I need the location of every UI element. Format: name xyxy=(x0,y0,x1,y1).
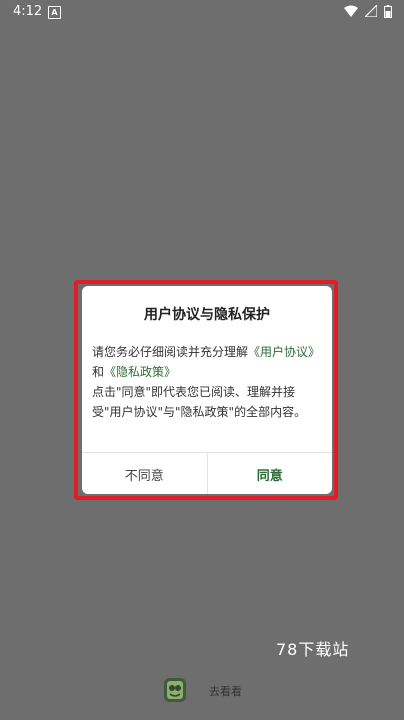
user-agreement-link[interactable]: 《用户协议》 xyxy=(248,345,320,359)
notification-icon: A xyxy=(48,6,61,19)
app-name: 去看看 xyxy=(209,685,242,698)
wifi-icon xyxy=(343,5,358,17)
body-consent-text: 点击"同意"即代表您已阅读、理解并接受"用户协议"与"隐私政策"的全部内容。 xyxy=(92,385,307,419)
status-bar: 4:12 A xyxy=(0,0,404,26)
agree-button[interactable]: 同意 xyxy=(208,453,333,494)
app-logo-icon xyxy=(164,678,186,702)
disagree-button[interactable]: 不同意 xyxy=(82,453,208,494)
signal-icon xyxy=(364,5,377,17)
body-and-text: 和 xyxy=(92,365,105,379)
status-time: 4:12 xyxy=(13,4,43,19)
battery-icon xyxy=(384,5,392,18)
privacy-dialog: 用户协议与隐私保护 请您务必仔细阅读并充分理解《用户协议》和《隐私政策》 点击"… xyxy=(82,286,332,494)
dialog-buttons: 不同意 同意 xyxy=(82,452,332,494)
body-intro-text: 请您务必仔细阅读并充分理解 xyxy=(92,345,249,359)
watermark: 78下载站 xyxy=(276,640,350,659)
dialog-body: 请您务必仔细阅读并充分理解《用户协议》和《隐私政策》 点击"同意"即代表您已阅读… xyxy=(92,342,324,422)
status-icons xyxy=(341,5,392,19)
dialog-title: 用户协议与隐私保护 xyxy=(144,307,270,323)
privacy-policy-link[interactable]: 《隐私政策》 xyxy=(104,365,176,379)
